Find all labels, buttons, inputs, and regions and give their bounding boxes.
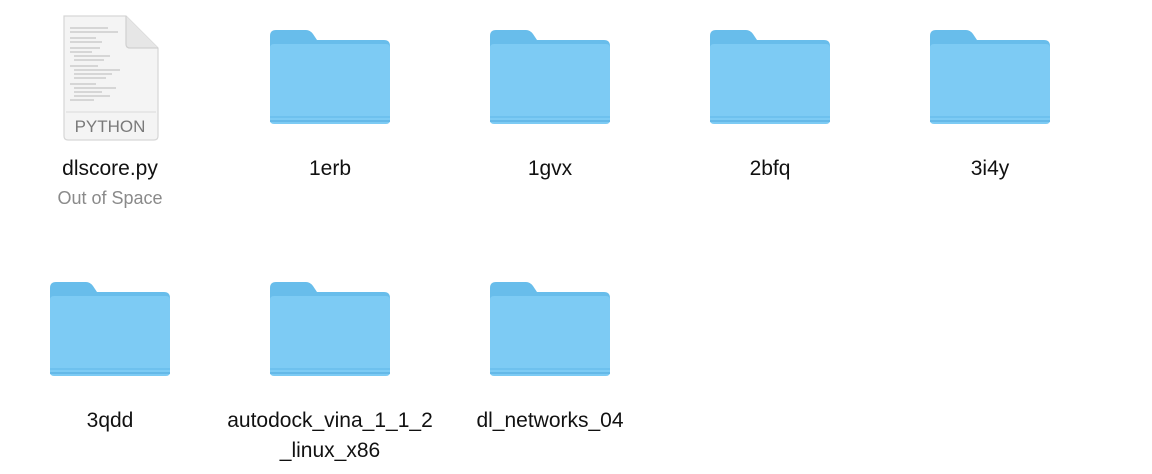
folder-item-1gvx[interactable]: 1gvx <box>440 12 660 184</box>
folder-name: autodock_vina_1_1_2_linux_x86 <box>227 409 433 462</box>
folder-name: 1gvx <box>527 157 573 180</box>
folder-item-dl-networks-04[interactable]: dl_networks_04 <box>440 264 660 436</box>
folder-icon <box>220 12 440 152</box>
folder-name: 3qdd <box>86 409 134 432</box>
folder-item-autodock-vina[interactable]: autodock_vina_1_1_2_linux_x86 <box>220 264 440 466</box>
folder-name: 1erb <box>308 157 352 180</box>
folder-name: dl_networks_04 <box>476 409 624 432</box>
folder-name: 2bfq <box>749 157 791 180</box>
folder-icon <box>880 12 1100 152</box>
folder-item-3i4y[interactable]: 3i4y <box>880 12 1100 184</box>
folder-icon <box>440 264 660 404</box>
file-type-label: PYTHON <box>75 117 146 136</box>
file-status: Out of Space <box>57 188 163 208</box>
folder-icon <box>440 12 660 152</box>
folder-icon <box>0 264 220 404</box>
folder-item-3qdd[interactable]: 3qdd <box>0 264 220 436</box>
file-item-dlscore-py[interactable]: PYTHON dlscore.py Out of Space <box>0 12 220 210</box>
folder-item-1erb[interactable]: 1erb <box>220 12 440 184</box>
finder-icon-grid: PYTHON dlscore.py Out of Space 1erb 1gvx… <box>0 0 1152 474</box>
folder-icon <box>220 264 440 404</box>
folder-icon <box>660 12 880 152</box>
folder-name: 3i4y <box>970 157 1010 180</box>
file-name: dlscore.py <box>62 157 158 180</box>
folder-item-2bfq[interactable]: 2bfq <box>660 12 880 184</box>
python-file-icon: PYTHON <box>0 12 220 152</box>
